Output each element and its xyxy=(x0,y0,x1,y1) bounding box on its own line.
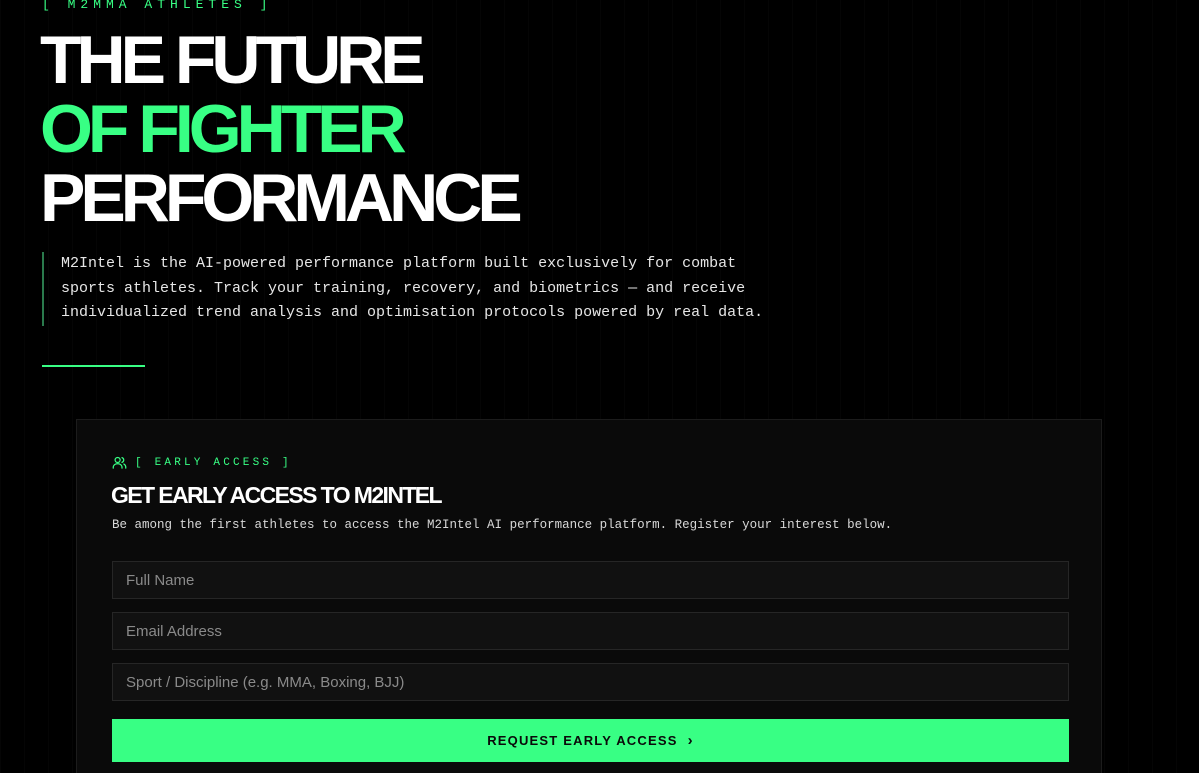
headline-line-1: THE FUTURE xyxy=(40,22,426,98)
intro-underline xyxy=(42,365,145,367)
users-icon xyxy=(112,455,127,470)
early-access-card: [ EARLY ACCESS ] GET EARLY ACCESS TO M2I… xyxy=(76,419,1102,773)
request-early-access-button[interactable]: REQUEST EARLY ACCESS › xyxy=(112,719,1069,762)
early-access-title: GET EARLY ACCESS TO M2INTEL xyxy=(111,482,443,508)
email-input[interactable] xyxy=(112,612,1069,650)
sport-discipline-input[interactable] xyxy=(112,663,1069,701)
hero-headline: THE FUTURE OF FIGHTER PERFORMANCE xyxy=(40,22,523,236)
early-access-subtitle: Be among the first athletes to access th… xyxy=(112,518,893,532)
early-access-eyebrow: [ EARLY ACCESS ] xyxy=(112,455,292,470)
early-access-label: [ EARLY ACCESS ] xyxy=(135,456,292,469)
hero-eyebrow: [ M2MMA ATHLETES ] xyxy=(42,0,273,12)
hero-intro: M2Intel is the AI-powered performance pl… xyxy=(42,252,781,326)
full-name-input[interactable] xyxy=(112,561,1069,599)
request-early-access-label: REQUEST EARLY ACCESS xyxy=(487,733,678,748)
chevron-right-icon: › xyxy=(687,732,694,749)
headline-line-3: PERFORMANCE xyxy=(40,160,523,236)
headline-line-2: OF FIGHTER xyxy=(40,91,407,167)
